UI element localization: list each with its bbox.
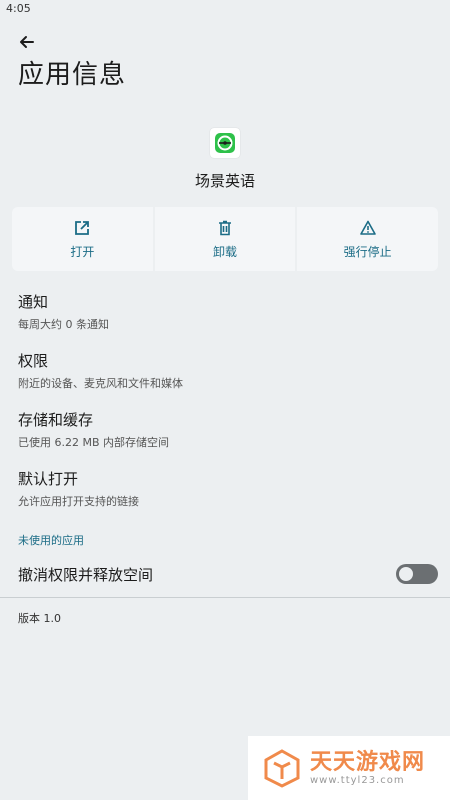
back-button[interactable] — [15, 31, 39, 53]
arrow-left-icon — [20, 36, 34, 48]
watermark-logo-icon — [264, 749, 300, 788]
app-name: 场景英语 — [194, 172, 255, 190]
open-button-label: 打开 — [70, 244, 95, 259]
remove-permissions-row[interactable]: 撤消权限并释放空间 — [18, 564, 438, 586]
page-title: 应用信息 — [18, 60, 127, 90]
storage-item[interactable]: 存储和缓存 已使用 6.22 MB 内部存储空间 — [18, 409, 169, 450]
notifications-title: 通知 — [18, 293, 49, 311]
open-by-default-subtitle: 允许应用打开支持的链接 — [18, 495, 139, 508]
steering-wheel-icon — [215, 133, 235, 153]
status-bar-time: 4:05 — [6, 2, 31, 15]
uninstall-button-label: 卸载 — [213, 244, 238, 259]
unused-apps-header: 未使用的应用 — [18, 534, 84, 547]
permissions-subtitle: 附近的设备、麦克风和文件和媒体 — [18, 377, 183, 390]
notifications-item[interactable]: 通知 每周大约 0 条通知 — [18, 291, 109, 332]
open-in-new-icon — [75, 220, 90, 235]
warning-icon — [359, 220, 376, 235]
permissions-title: 权限 — [18, 352, 49, 370]
toggle-knob — [399, 567, 413, 581]
permissions-item[interactable]: 权限 附近的设备、麦克风和文件和媒体 — [18, 350, 183, 391]
divider — [0, 597, 450, 598]
remove-permissions-label: 撤消权限并释放空间 — [18, 566, 154, 584]
watermark-url: www.ttyl23.com — [310, 774, 405, 786]
watermark-title: 天天游戏网 — [310, 749, 426, 775]
uninstall-button[interactable]: 卸载 — [154, 207, 296, 271]
trash-icon — [219, 220, 231, 235]
action-bar: 打开 卸载 强行停止 — [12, 207, 439, 271]
notifications-subtitle: 每周大约 0 条通知 — [18, 318, 109, 331]
app-version: 版本 1.0 — [18, 612, 61, 625]
remove-permissions-toggle[interactable] — [396, 564, 438, 584]
force-stop-button[interactable]: 强行停止 — [297, 207, 439, 271]
force-stop-button-label: 强行停止 — [343, 244, 392, 259]
open-by-default-title: 默认打开 — [18, 470, 79, 488]
watermark: 天天游戏网 www.ttyl23.com — [248, 736, 450, 800]
open-button[interactable]: 打开 — [12, 207, 153, 271]
storage-title: 存储和缓存 — [18, 411, 94, 429]
open-by-default-item[interactable]: 默认打开 允许应用打开支持的链接 — [18, 468, 139, 509]
storage-subtitle: 已使用 6.22 MB 内部存储空间 — [18, 436, 170, 449]
app-icon — [210, 128, 240, 158]
